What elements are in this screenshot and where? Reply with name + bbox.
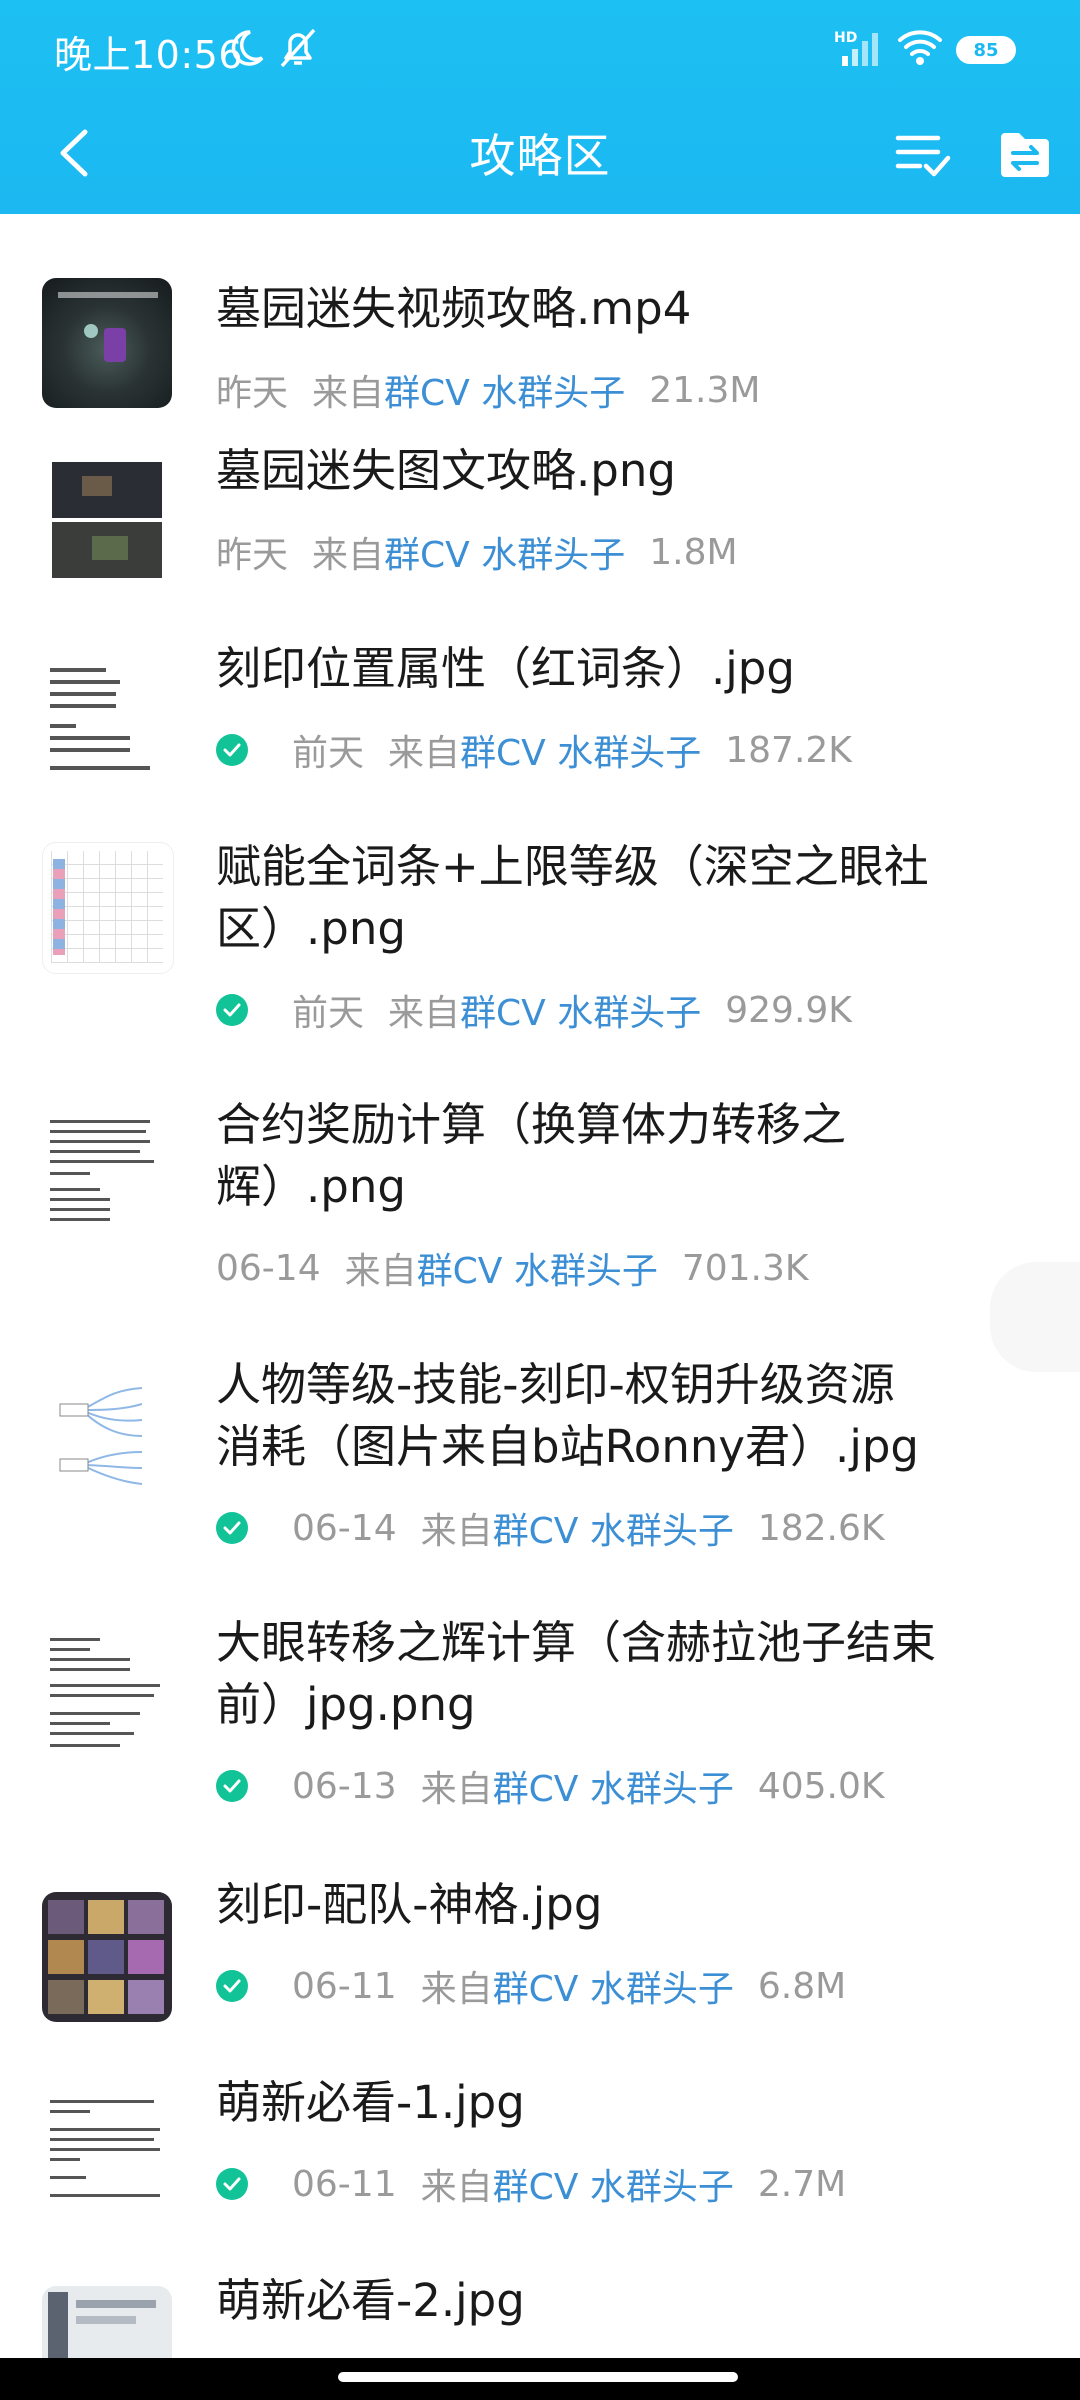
status-time: 晚上10:56 [54,33,244,77]
signal-icon: HD [834,28,880,68]
file-source[interactable]: 群CV 水群头子 [493,1502,734,1554]
file-source[interactable]: 群CV 水群头子 [460,724,701,776]
file-item[interactable]: 合约奖励计算（换算体力转移之辉）.png 06-14 来自 群CV 水群头子 7… [0,1080,1080,1340]
file-thumbnail [42,2088,172,2218]
file-from-label: 来自 [388,993,461,1034]
file-meta: 06-13 来自 群CV 水群头子 405.0K [216,1760,885,1812]
file-from-label: 来自 [420,1769,493,1810]
file-size: 2.7M [757,2163,847,2205]
file-meta: 06-14 来自 群CV 水群头子 701.3K [216,1242,809,1294]
home-gesture-handle[interactable] [338,2372,738,2382]
downloaded-check-icon [216,994,248,1026]
file-date: 前天 [292,733,365,774]
file-meta: 06-11 来自 群CV 水群头子 2.7M [216,2158,846,2210]
file-from-label: 来自 [420,2167,493,2208]
file-name: 刻印-配队-神格.jpg [216,1878,603,1931]
file-source[interactable]: 群CV 水群头子 [384,526,625,578]
file-date: 06-14 [216,1247,321,1289]
file-from-label: 来自 [312,535,385,576]
file-item[interactable]: 大眼转移之辉计算（含赫拉池子结束前）jpg.png 06-13 来自 群CV 水… [0,1598,1080,1860]
file-item[interactable]: 赋能全词条+上限等级（深空之眼社区）.png 前天 来自 群CV 水群头子 92… [0,822,1080,1080]
file-name: 萌新必看-1.jpg [216,2076,525,2129]
file-name: 合约奖励计算（换算体力转移之辉）.png [216,1098,847,1213]
file-name: 大眼转移之辉计算（含赫拉池子结束前）jpg.png [216,1616,937,1731]
file-source[interactable]: 群CV 水群头子 [493,1760,734,1812]
file-meta: 前天 来自 群CV 水群头子 929.9K [216,984,852,1036]
file-from-label: 来自 [344,1251,417,1292]
file-size: 1.8M [649,531,738,573]
file-thumbnail [42,2286,172,2358]
file-thumbnail [42,1628,172,1758]
file-item[interactable]: 人物等级-技能-刻印-权钥升级资源消耗（图片来自b站Ronny君）.jpg 06… [0,1340,1080,1598]
file-source[interactable]: 群CV 水群头子 [493,2158,734,2210]
file-thumbnail [42,278,172,408]
file-thumbnail [42,842,174,974]
file-meta: 前天 来自 群CV 水群头子 187.2K [216,724,852,776]
file-size: 6.8M [757,1965,847,2007]
file-source[interactable]: 群CV 水群头子 [417,1242,658,1294]
file-date: 06-11 [292,1965,397,2007]
file-date: 昨天 [216,535,289,576]
file-thumbnail [42,456,172,586]
file-date: 前天 [292,993,365,1034]
file-date: 06-13 [292,1765,397,1807]
file-item[interactable]: 刻印位置属性（红词条）.jpg 前天 来自 群CV 水群头子 187.2K [0,624,1080,822]
file-date: 06-14 [292,1507,397,1549]
file-item[interactable]: 墓园迷失图文攻略.png 昨天 来自 群CV 水群头子 1.8M [0,426,1080,624]
downloaded-check-icon [216,1970,248,2002]
file-date: 06-11 [292,2163,397,2205]
downloaded-check-icon [216,2168,248,2200]
moon-icon [226,28,266,72]
file-name: 墓园迷失视频攻略.mp4 [216,282,692,335]
file-size: 405.0K [757,1765,885,1807]
file-name: 人物等级-技能-刻印-权钥升级资源消耗（图片来自b站Ronny君）.jpg [216,1358,919,1473]
downloaded-check-icon [216,1512,248,1544]
file-size: 701.3K [681,1247,809,1289]
file-size: 21.3M [649,369,761,411]
file-date: 昨天 [216,373,289,414]
file-from-label: 来自 [420,1511,493,1552]
file-name: 墓园迷失图文攻略.png [216,444,676,497]
file-item[interactable]: 刻印-配队-神格.jpg 06-11 来自 群CV 水群头子 6.8M [0,1860,1080,2058]
folder-transfer-icon [1001,133,1049,177]
file-name: 赋能全词条+上限等级（深空之眼社区）.png [216,840,929,955]
folder-transfer-button[interactable] [990,120,1060,190]
title-bar: 攻略区 [0,98,1080,214]
mute-bell-icon [278,26,318,74]
file-size: 182.6K [757,1507,885,1549]
file-from-label: 来自 [420,1969,493,2010]
battery-level: 85 [973,39,999,61]
file-thumbnail [42,1370,172,1500]
file-meta: 06-14 来自 群CV 水群头子 182.6K [216,1502,885,1554]
battery-icon: 85 [956,36,1016,64]
file-size: 929.9K [725,989,852,1031]
wifi-icon [896,26,944,72]
file-from-label: 来自 [388,733,461,774]
file-source[interactable]: 群CV 水群头子 [493,1960,734,2012]
file-source[interactable]: 群CV 水群头子 [460,984,701,1036]
file-name: 萌新必看-2.jpg [216,2274,525,2327]
file-source[interactable]: 群CV 水群头子 [384,364,625,416]
app-header: 晚上10:56 HD 85 攻略区 [0,0,1080,214]
system-nav-bar [0,2358,1080,2400]
file-thumbnail [42,654,172,784]
downloaded-check-icon [216,1770,248,1802]
file-item[interactable]: 萌新必看-2.jpg [0,2256,1080,2358]
file-thumbnail [42,1110,172,1240]
file-thumbnail [42,1892,172,2022]
file-item[interactable]: 萌新必看-1.jpg 06-11 来自 群CV 水群头子 2.7M [0,2058,1080,2256]
file-size: 187.2K [725,729,852,771]
floating-assistant-handle[interactable] [990,1262,1080,1372]
file-item[interactable]: 墓园迷失视频攻略.mp4 昨天 来自 群CV 水群头子 21.3M [0,246,1080,426]
status-bar: 晚上10:56 HD 85 [0,0,1080,98]
file-meta: 06-11 来自 群CV 水群头子 6.8M [216,1960,846,2012]
file-meta: 昨天 来自 群CV 水群头子 21.3M [216,364,760,416]
file-name: 刻印位置属性（红词条）.jpg [216,642,795,695]
sort-list-icon [895,135,951,177]
sort-button[interactable] [888,120,958,190]
file-meta: 昨天 来自 群CV 水群头子 1.8M [216,526,738,578]
file-from-label: 来自 [312,373,385,414]
downloaded-check-icon [216,734,248,766]
